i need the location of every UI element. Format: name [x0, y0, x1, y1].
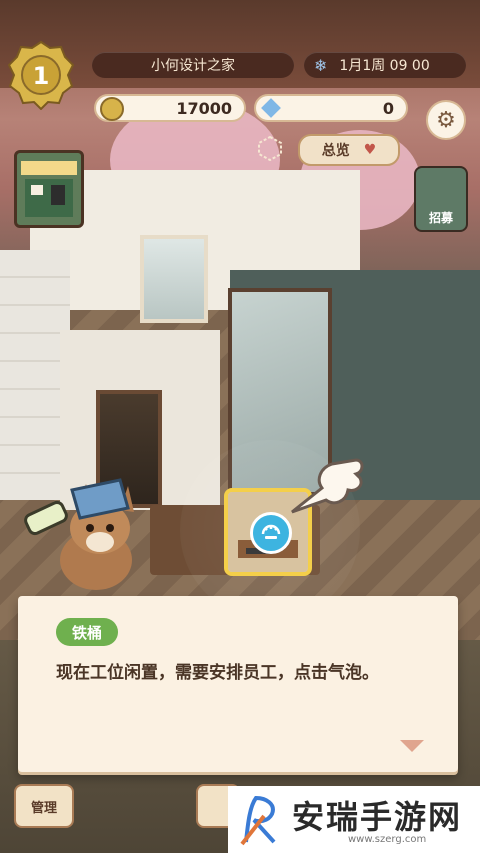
speaker-tag: 铁桶	[56, 618, 119, 646]
watermark-logo	[240, 795, 276, 846]
dialog-message: 现在工位闲置，需要安排员工，点击气泡。	[56, 663, 379, 683]
watermark-title: 安瑞手游网	[292, 798, 463, 836]
dialog-next-icon[interactable]	[400, 740, 424, 752]
overview-label: 总览	[321, 143, 350, 159]
watermark: 安瑞手游网 www.szerg.com	[228, 786, 480, 853]
diamond-icon	[261, 98, 281, 118]
shop-stall-button[interactable]	[14, 150, 84, 228]
date-time-bar: ❄ 1月1周 09 00	[304, 52, 466, 78]
level-number: 1	[32, 62, 50, 90]
overview-dropdown[interactable]: 总览 ♥	[298, 134, 400, 166]
manage-button[interactable]: 管理	[14, 784, 74, 828]
gear-icon: ⚙	[436, 107, 456, 133]
settings-button[interactable]: ⚙	[426, 100, 466, 140]
dog-character	[24, 478, 134, 590]
recruit-label: 招募	[428, 211, 453, 225]
coin-counter[interactable]: 17000	[94, 94, 246, 122]
coin-amount: 17000	[176, 98, 232, 118]
home-name: 小何设计之家	[151, 58, 235, 74]
manage-label: 管理	[30, 800, 57, 816]
gem-amount: 0	[382, 98, 394, 118]
home-name-bar: 小何设计之家	[92, 52, 294, 78]
cube-icon	[258, 135, 282, 162]
watermark-url: www.szerg.com	[348, 834, 427, 845]
pointing-hand-icon	[291, 458, 364, 514]
window	[140, 235, 208, 323]
level-badge[interactable]: 1	[7, 40, 75, 111]
heart-icon: ♥	[363, 142, 377, 158]
date-time: 1月1周 09 00	[339, 58, 430, 74]
speaker-name: 铁桶	[72, 623, 103, 642]
coin-icon	[100, 97, 124, 121]
gem-counter[interactable]: 0	[254, 94, 408, 122]
recruit-button[interactable]: 招募	[414, 166, 468, 232]
snowflake-icon: ❄	[314, 55, 328, 75]
build-mode-button[interactable]	[254, 132, 286, 164]
